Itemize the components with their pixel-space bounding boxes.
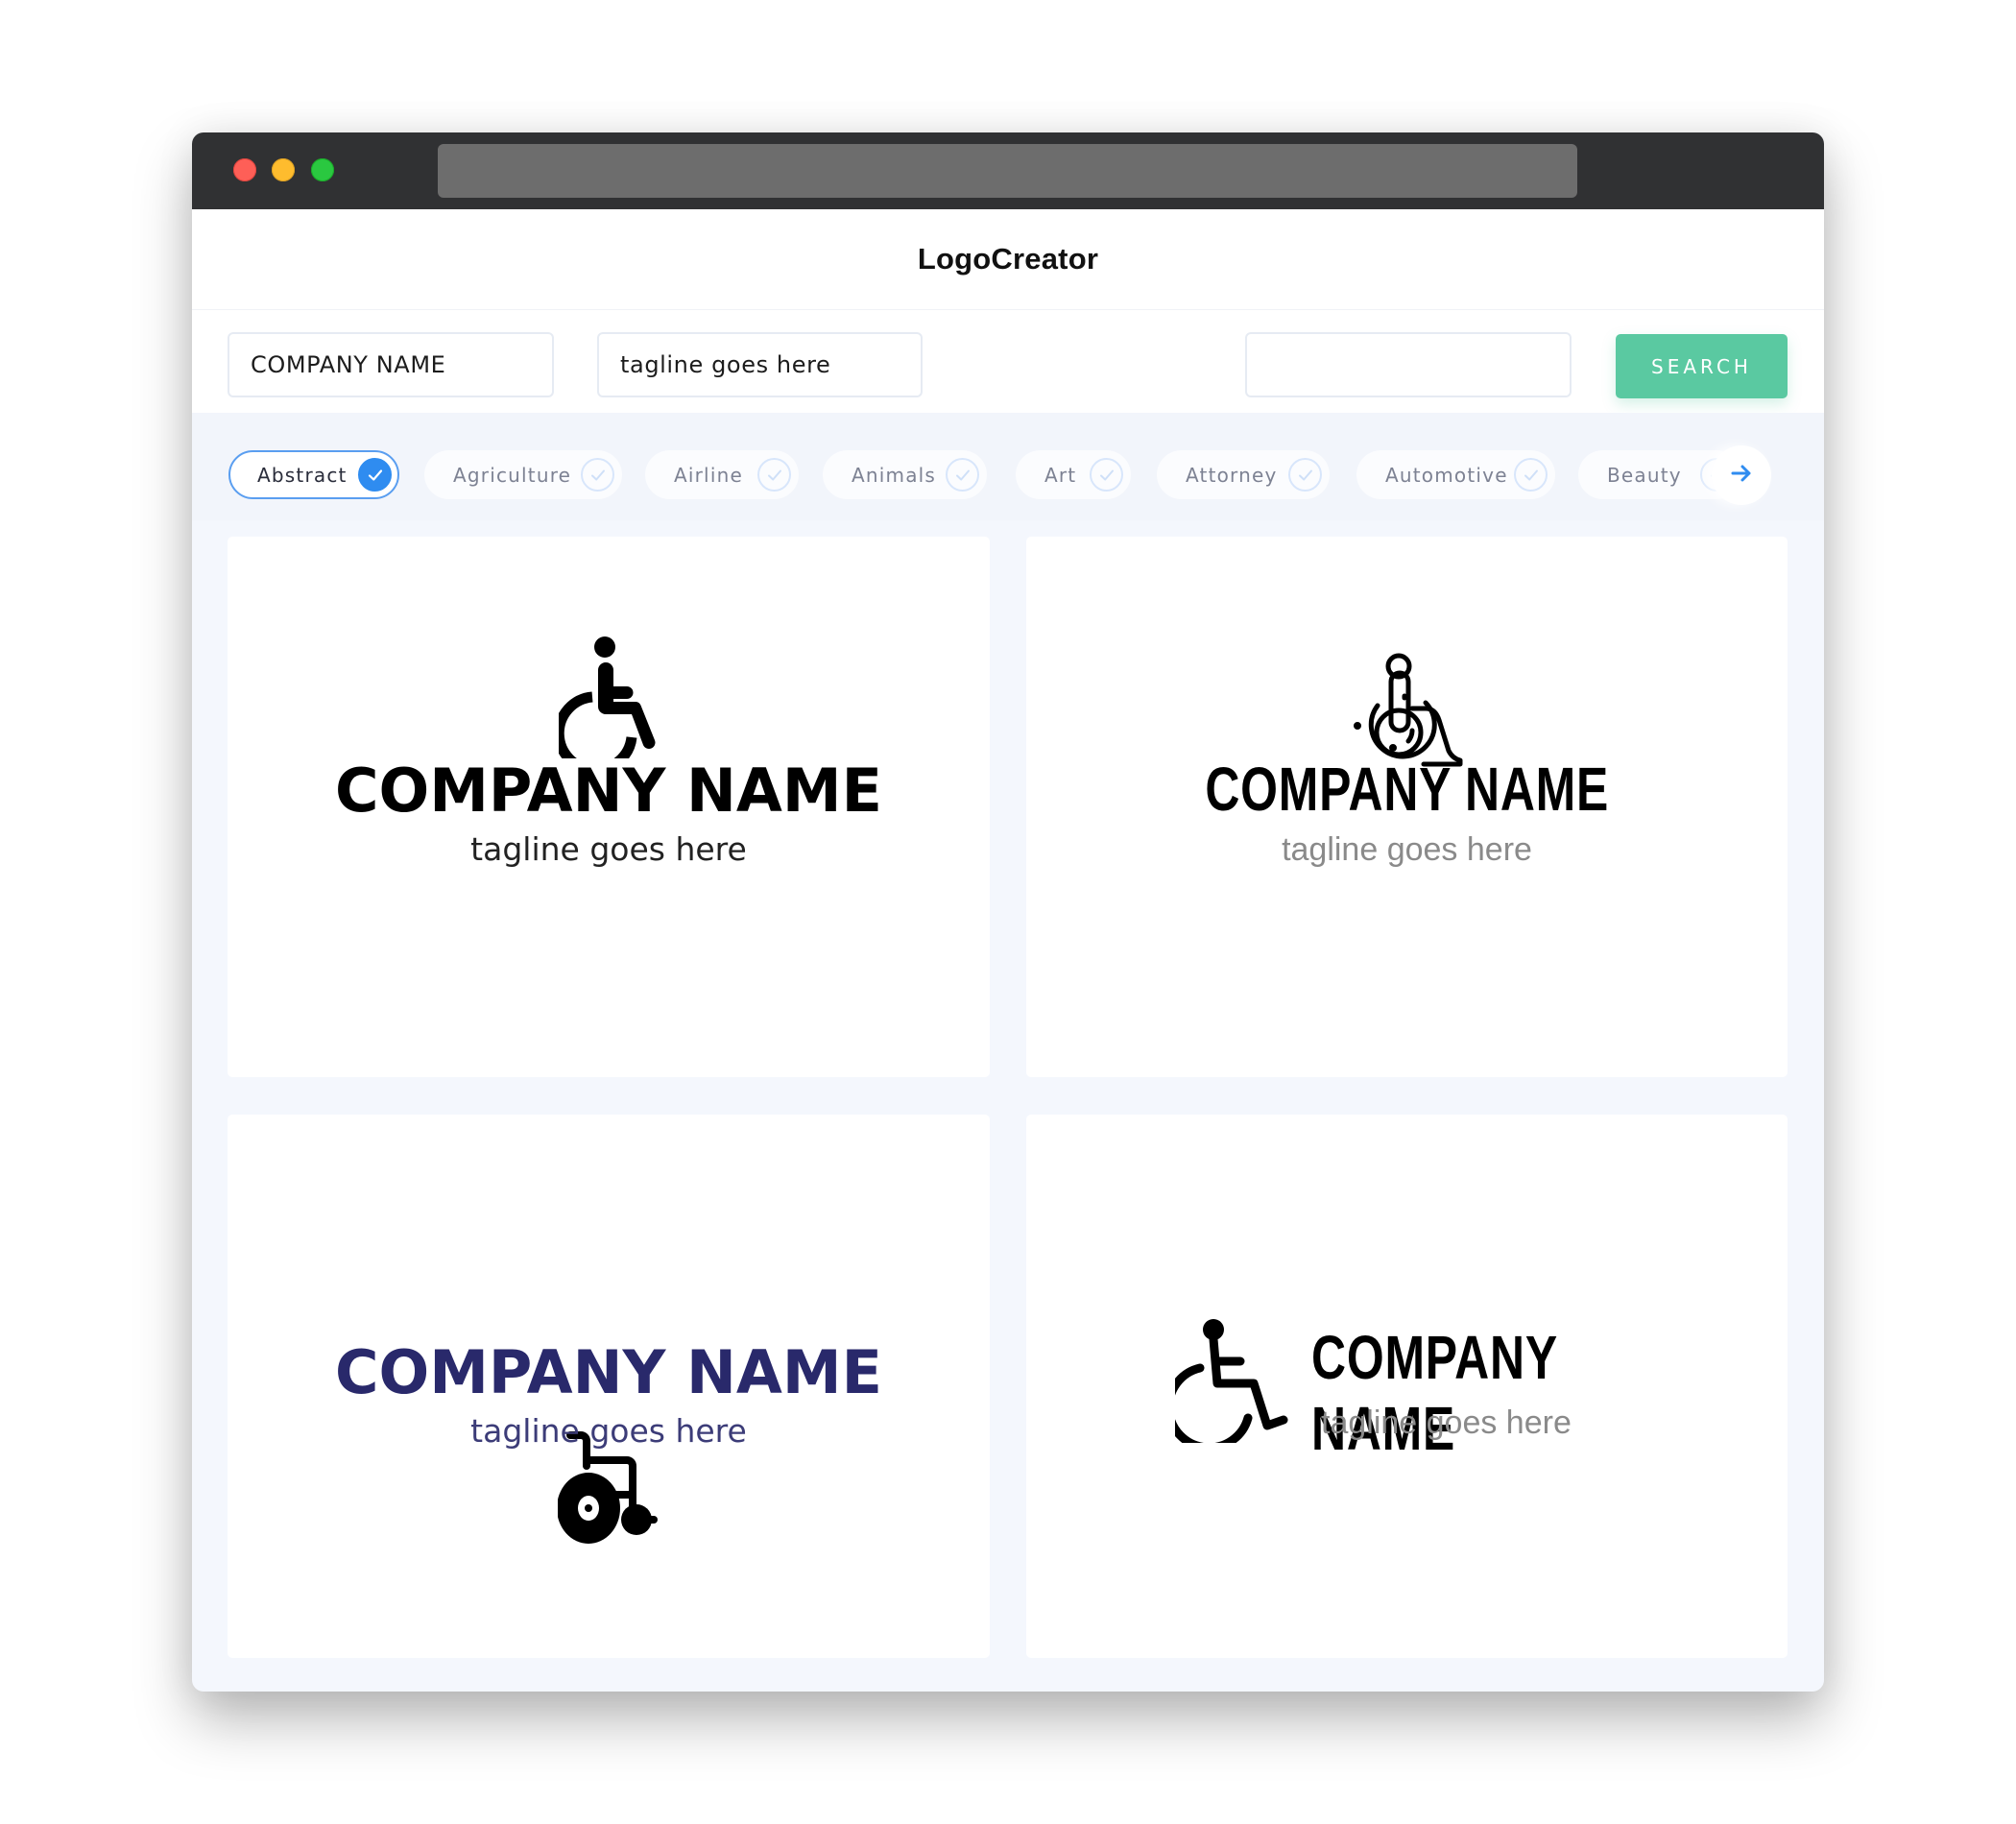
logo-tagline: tagline goes here bbox=[1321, 1404, 1572, 1441]
check-circle-icon bbox=[581, 458, 614, 492]
arrow-right-icon bbox=[1730, 463, 1753, 488]
logo-card[interactable]: COMPANY NAME tagline goes here bbox=[228, 1115, 990, 1658]
search-button[interactable]: SEARCH bbox=[1616, 334, 1788, 398]
browser-window: LogoCreator SEARCH Abstract Agriculture … bbox=[192, 132, 1824, 1692]
address-bar[interactable] bbox=[438, 144, 1577, 198]
logo-company-name: COMPANY NAME bbox=[1311, 1323, 1558, 1463]
category-chip-art[interactable]: Art bbox=[1016, 450, 1131, 499]
check-circle-icon bbox=[1090, 458, 1123, 492]
logo-card[interactable]: COMPANY NAME tagline goes here bbox=[1026, 1115, 1788, 1658]
category-chip-animals[interactable]: Animals bbox=[823, 450, 987, 499]
keyword-field[interactable] bbox=[1245, 332, 1572, 397]
category-filter-row: Abstract Agriculture Airline Animals Art bbox=[192, 413, 1824, 520]
check-circle-icon bbox=[946, 458, 979, 492]
category-chip-abstract[interactable]: Abstract bbox=[228, 450, 399, 499]
category-chip-attorney[interactable]: Attorney bbox=[1157, 450, 1330, 499]
category-chip-label: Agriculture bbox=[453, 463, 572, 487]
app-logo-title[interactable]: LogoCreator bbox=[918, 242, 1098, 276]
category-chip-label: Airline bbox=[674, 463, 743, 487]
category-chip-automotive[interactable]: Automotive bbox=[1356, 450, 1555, 499]
tagline-field[interactable] bbox=[597, 332, 923, 397]
check-circle-icon bbox=[1288, 458, 1322, 492]
category-chip-label: Attorney bbox=[1186, 463, 1278, 487]
minimize-window-button[interactable] bbox=[272, 158, 295, 181]
logo-tagline: tagline goes here bbox=[1282, 831, 1532, 868]
category-chip-agriculture[interactable]: Agriculture bbox=[424, 450, 622, 499]
category-chip-label: Art bbox=[1044, 463, 1077, 487]
close-window-button[interactable] bbox=[233, 158, 256, 181]
logo-tagline: tagline goes here bbox=[470, 1412, 747, 1450]
next-categories-button[interactable] bbox=[1712, 445, 1771, 505]
tagline-input[interactable] bbox=[620, 351, 900, 378]
wheelchair-filled-icon bbox=[553, 636, 664, 776]
logo-tagline: tagline goes here bbox=[470, 830, 747, 868]
check-circle-icon bbox=[757, 458, 791, 492]
logo-card[interactable]: COMPANY NAME tagline goes here bbox=[1026, 537, 1788, 1077]
check-circle-icon bbox=[1514, 458, 1548, 492]
category-chip-label: Automotive bbox=[1385, 463, 1508, 487]
logo-card[interactable]: COMPANY NAME tagline goes here bbox=[228, 537, 990, 1077]
category-chip-label: Beauty bbox=[1607, 463, 1682, 487]
check-circle-icon bbox=[358, 458, 392, 492]
logo-company-name: COMPANY NAME bbox=[1205, 755, 1609, 824]
company-name-field[interactable] bbox=[228, 332, 554, 397]
app-header: LogoCreator bbox=[192, 209, 1824, 309]
wheelchair-line-icon bbox=[1164, 1318, 1290, 1452]
maximize-window-button[interactable] bbox=[311, 158, 334, 181]
company-name-input[interactable] bbox=[251, 351, 531, 378]
category-chip-label: Animals bbox=[852, 463, 937, 487]
keyword-input[interactable] bbox=[1268, 351, 1548, 378]
title-bar bbox=[192, 132, 1824, 209]
category-chip-airline[interactable]: Airline bbox=[645, 450, 799, 499]
logo-company-name: COMPANY NAME bbox=[335, 756, 882, 826]
category-chip-label: Abstract bbox=[257, 463, 348, 487]
logo-company-name: COMPANY NAME bbox=[335, 1337, 882, 1407]
search-bar: SEARCH bbox=[192, 309, 1824, 414]
